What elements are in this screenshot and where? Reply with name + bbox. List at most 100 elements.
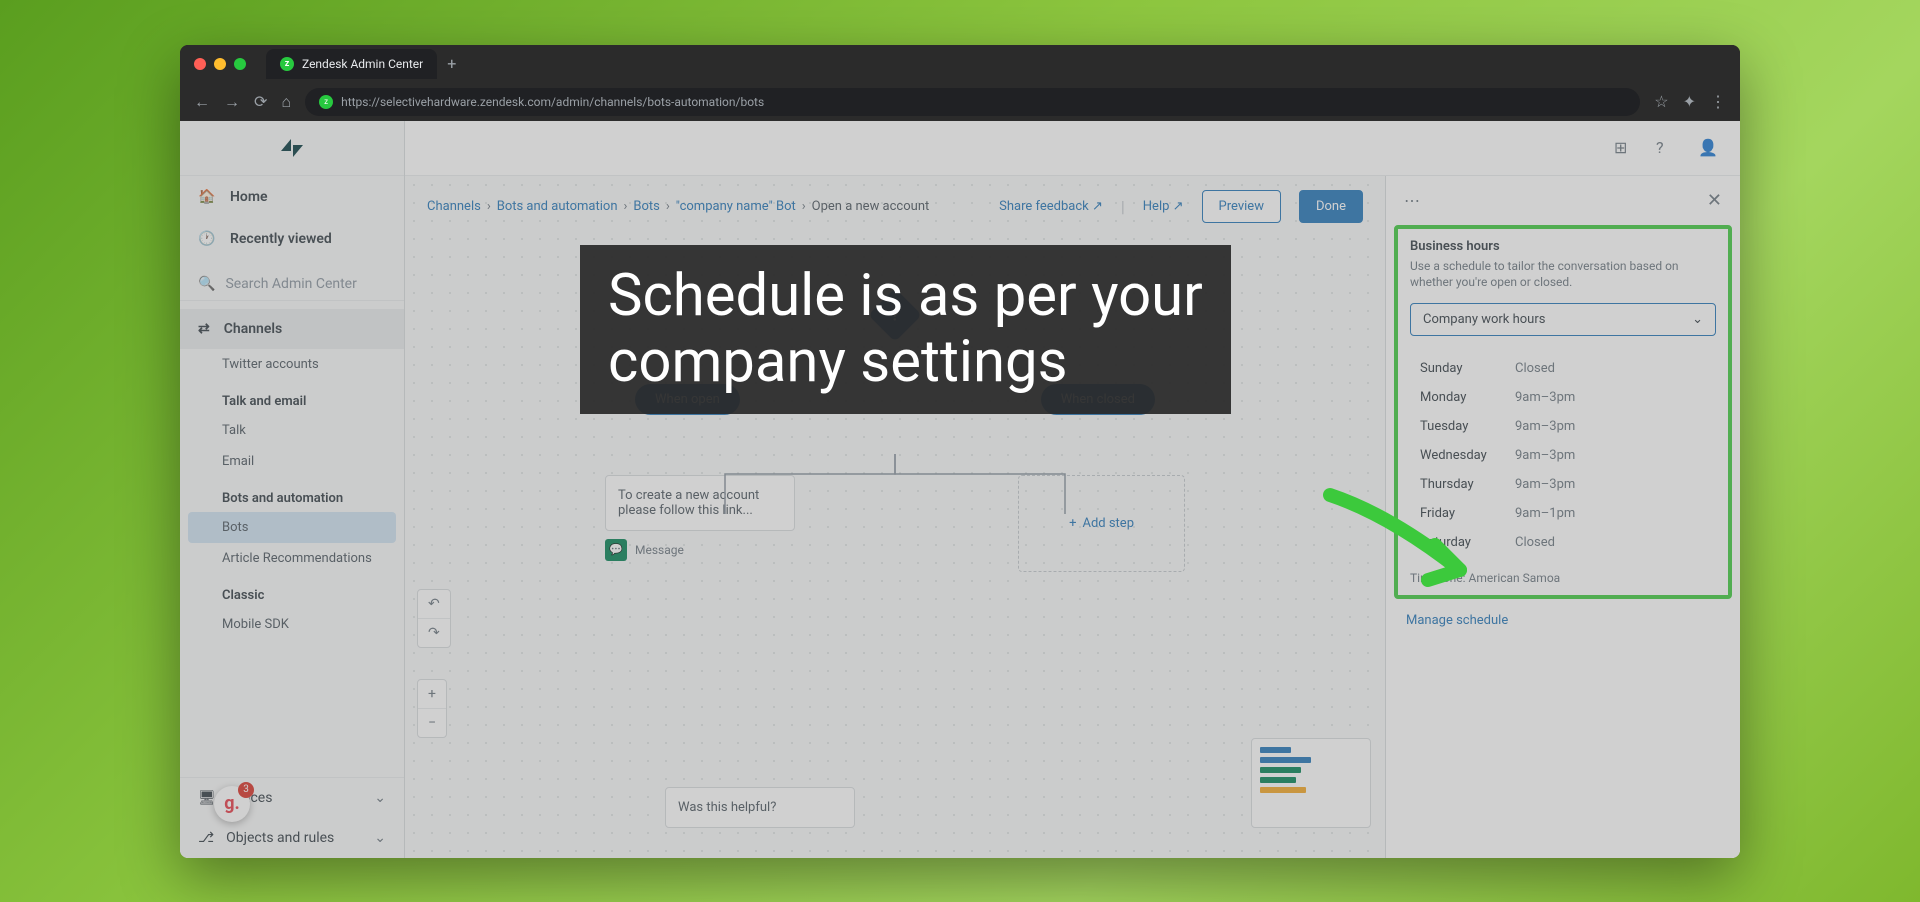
home-button[interactable]: ⌂ <box>281 92 291 112</box>
side-panel: ⋯ ✕ Business hours Use a schedule to tai… <box>1385 176 1740 858</box>
undo-controls: ↶ ↷ <box>417 589 451 648</box>
close-dot[interactable] <box>194 58 206 70</box>
helpful-node[interactable]: Was this helpful? <box>665 787 855 828</box>
header-actions: Share feedback ↗ | Help ↗ Preview Done <box>999 190 1363 223</box>
share-feedback-link[interactable]: Share feedback ↗ <box>999 199 1103 214</box>
schedule-table: SundayClosed Monday9am–3pm Tuesday9am–3p… <box>1410 354 1716 557</box>
new-tab-button[interactable]: + <box>447 54 456 73</box>
schedule-row: SaturdayClosed <box>1420 528 1706 557</box>
nav-email[interactable]: Email <box>180 446 404 477</box>
message-label: Message <box>635 543 684 557</box>
redo-button[interactable]: ↷ <box>418 619 450 647</box>
nav-channels[interactable]: ⇄ Channels <box>180 309 404 349</box>
window-controls <box>194 58 246 70</box>
chevron-down-icon: ⌄ <box>374 790 386 806</box>
close-icon[interactable]: ✕ <box>1707 190 1722 211</box>
zoom-controls: + − <box>417 679 447 738</box>
nav-mobile[interactable]: Mobile SDK <box>180 609 404 640</box>
message-icon: 💬 <box>605 539 627 561</box>
nav-recently-label: Recently viewed <box>230 231 332 247</box>
search-input[interactable]: 🔍 Search Admin Center <box>180 268 404 301</box>
lock-icon: z <box>319 95 333 109</box>
nav-objects[interactable]: ⎇Objects and rules ⌄ <box>180 818 404 858</box>
minimap[interactable] <box>1251 738 1371 828</box>
schedule-row: SundayClosed <box>1420 354 1706 383</box>
minimize-dot[interactable] <box>214 58 226 70</box>
back-button[interactable]: ← <box>194 92 210 112</box>
schedule-select[interactable]: Company work hours ⌄ <box>1410 303 1716 336</box>
menu-icon[interactable]: ⋮ <box>1710 92 1726 111</box>
help-link[interactable]: Help ↗ <box>1143 199 1184 214</box>
nav-talk-email-head: Talk and email <box>180 380 404 415</box>
schedule-row: Monday9am–3pm <box>1420 383 1706 412</box>
nav-article[interactable]: Article Recommendations <box>180 543 404 574</box>
bc-2[interactable]: Bots <box>633 199 659 214</box>
avatar-icon[interactable]: 👤 <box>1698 138 1718 158</box>
bh-title: Business hours <box>1410 239 1716 254</box>
bc-3[interactable]: "company name" Bot <box>676 199 796 214</box>
overlay-line1: Schedule is as per your <box>608 263 1203 330</box>
home-icon: 🏠 <box>198 188 216 206</box>
app-frame: 🏠 Home 🕐 Recently viewed 🔍 Search Admin … <box>180 121 1740 858</box>
chevron-down-icon: ⌄ <box>374 830 386 846</box>
done-button[interactable]: Done <box>1299 190 1363 223</box>
url-bar: ← → ⟳ ⌂ z https://selectivehardware.zend… <box>180 83 1740 121</box>
titlebar: z Zendesk Admin Center + <box>180 45 1740 83</box>
breadcrumb: Channels› Bots and automation› Bots› "co… <box>427 199 929 214</box>
plus-icon: + <box>1069 516 1076 531</box>
nav-spaces[interactable]: 🖥spaces ⌄ <box>180 778 404 818</box>
clock-icon: 🕐 <box>198 230 216 248</box>
nav-objects-label: Objects and rules <box>226 830 334 846</box>
add-step-label: Add step <box>1082 516 1134 531</box>
bh-desc: Use a schedule to tailor the conversatio… <box>1410 258 1716 292</box>
bottom-nav: 🖥spaces ⌄ ⎇Objects and rules ⌄ <box>180 777 404 858</box>
schedule-row: Tuesday9am–3pm <box>1420 412 1706 441</box>
apps-icon[interactable]: ⊞ <box>1614 138 1634 158</box>
url-field[interactable]: z https://selectivehardware.zendesk.com/… <box>305 88 1640 116</box>
message-badge: 💬 Message <box>605 539 795 561</box>
zendesk-logo[interactable] <box>180 121 404 176</box>
nav-classic-head: Classic <box>180 574 404 609</box>
schedule-row: Wednesday9am–3pm <box>1420 441 1706 470</box>
nav-bots-head: Bots and automation <box>180 477 404 512</box>
message-node[interactable]: To create a new account please follow th… <box>605 475 795 531</box>
extensions-icon[interactable]: ✦ <box>1683 92 1696 111</box>
nav-bots[interactable]: Bots <box>188 512 396 543</box>
tab-title: Zendesk Admin Center <box>302 57 423 71</box>
swap-icon: ⇄ <box>198 321 210 337</box>
bc-0[interactable]: Channels <box>427 199 481 214</box>
manage-schedule-link[interactable]: Manage schedule <box>1386 599 1740 642</box>
bc-1[interactable]: Bots and automation <box>497 199 618 214</box>
forward-button[interactable]: → <box>224 92 240 112</box>
bc-4: Open a new account <box>812 199 930 214</box>
nav-home[interactable]: 🏠 Home <box>180 176 404 218</box>
g-logo-icon: g. <box>224 793 240 814</box>
help-icon[interactable]: ? <box>1656 138 1676 158</box>
timezone-label: Timezone: American Samoa <box>1410 571 1716 585</box>
more-icon[interactable]: ⋯ <box>1404 191 1420 210</box>
select-value: Company work hours <box>1423 312 1545 327</box>
overlay-line2: company settings <box>608 329 1203 396</box>
schedule-row: Thursday9am–3pm <box>1420 470 1706 499</box>
nav-home-label: Home <box>230 189 268 205</box>
nav-recently-viewed[interactable]: 🕐 Recently viewed <box>180 218 404 260</box>
browser-tab[interactable]: z Zendesk Admin Center <box>266 49 437 79</box>
nav-talk[interactable]: Talk <box>180 415 404 446</box>
favicon-icon: z <box>280 57 294 71</box>
undo-button[interactable]: ↶ <box>418 590 450 619</box>
star-icon[interactable]: ☆ <box>1654 92 1668 111</box>
main-area: ⊞ ? 👤 Channels› Bots and automation› Bot… <box>405 121 1740 858</box>
preview-button[interactable]: Preview <box>1202 190 1281 223</box>
browser-window: z Zendesk Admin Center + ← → ⟳ ⌂ z https… <box>180 45 1740 858</box>
business-hours-card: Business hours Use a schedule to tailor … <box>1394 225 1732 600</box>
topbar: ⊞ ? 👤 <box>405 121 1740 176</box>
zoom-out-button[interactable]: − <box>418 709 446 737</box>
search-placeholder: Search Admin Center <box>225 276 356 292</box>
panel-header: ⋯ ✕ <box>1386 176 1740 225</box>
maximize-dot[interactable] <box>234 58 246 70</box>
notification-badge[interactable]: g. <box>214 786 250 822</box>
nav-twitter[interactable]: Twitter accounts <box>180 349 404 380</box>
reload-button[interactable]: ⟳ <box>254 92 267 111</box>
add-step-button[interactable]: + Add step <box>1018 475 1185 572</box>
zoom-in-button[interactable]: + <box>418 680 446 709</box>
